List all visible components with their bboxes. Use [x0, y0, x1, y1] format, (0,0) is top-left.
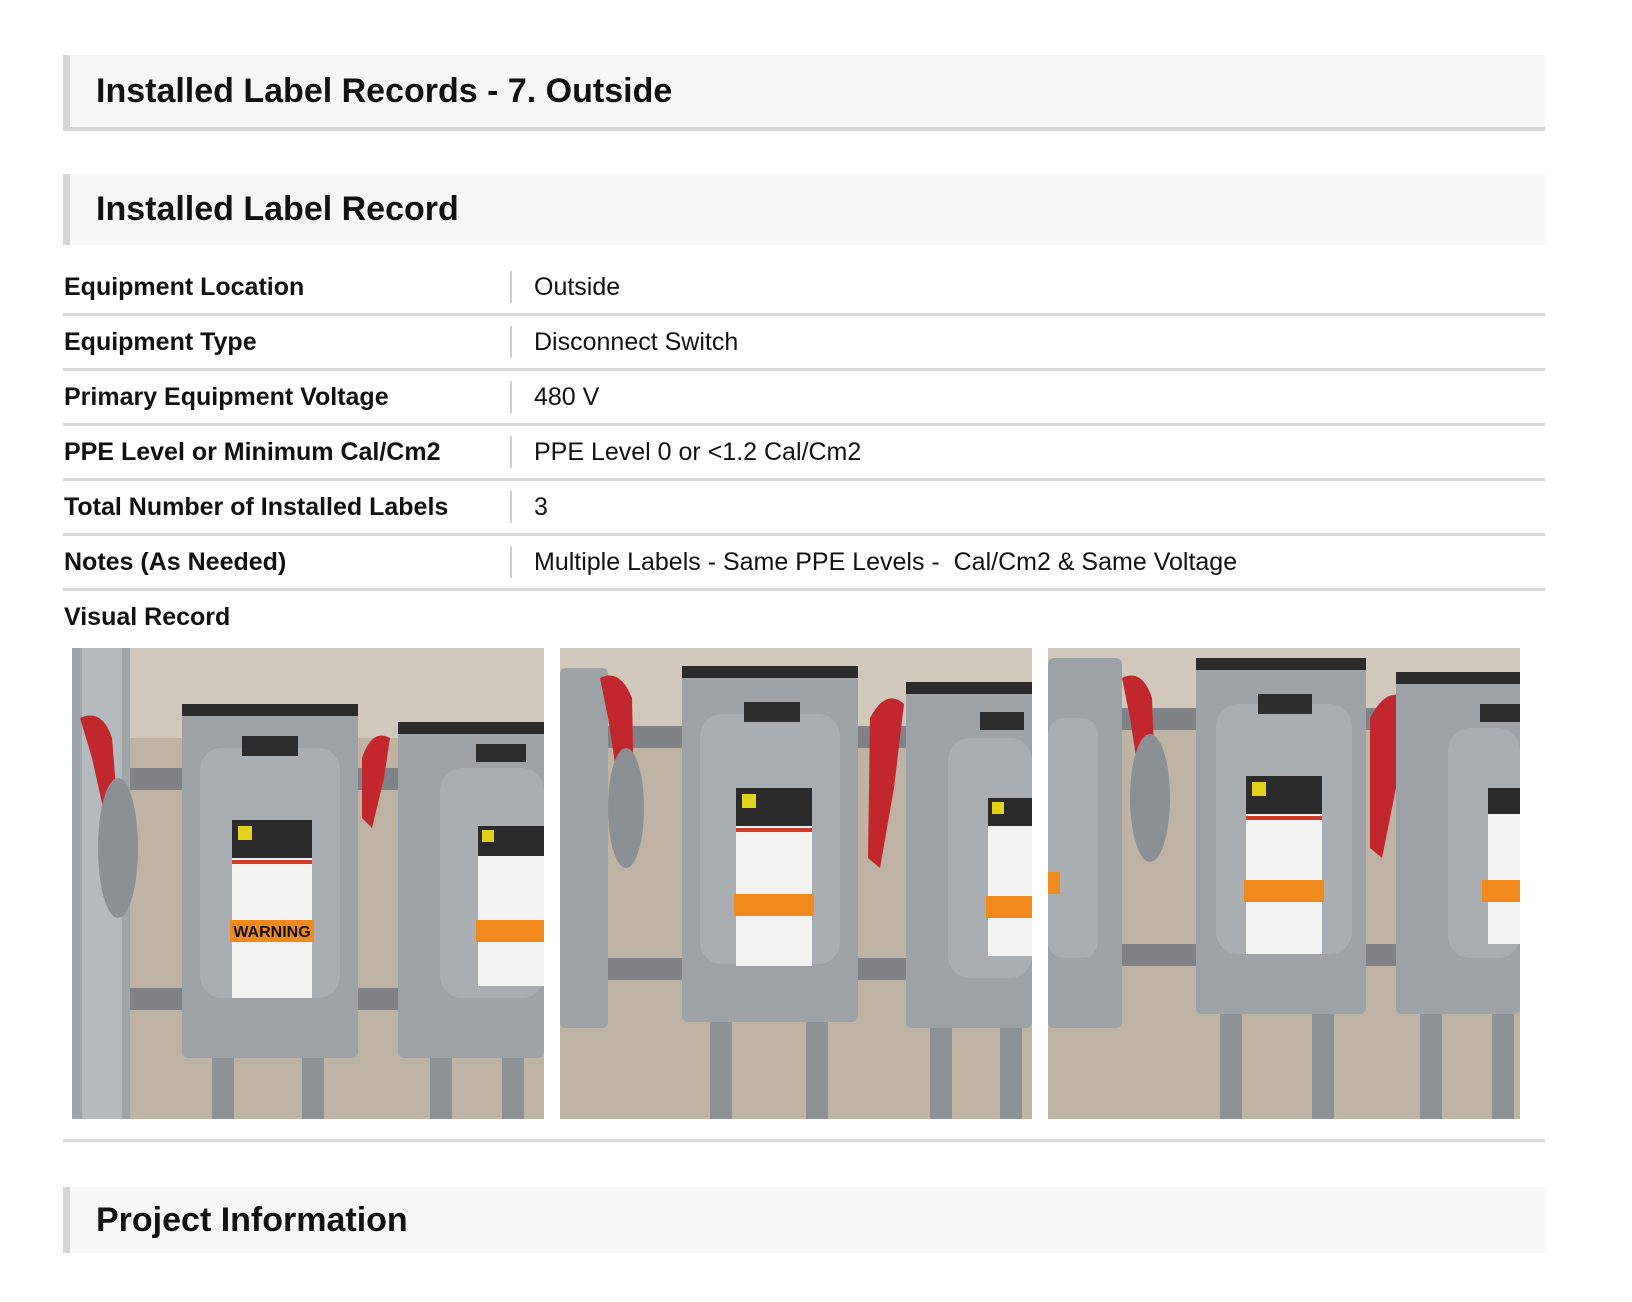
field-value: 480 V [534, 382, 600, 411]
visual-record-gallery: WARNING [72, 648, 1520, 1119]
field-value: 3 [534, 492, 548, 521]
record-section-header: Installed Label Record [63, 174, 1545, 245]
table-row: PPE Level or Minimum Cal/Cm2 PPE Level 0… [63, 426, 1545, 481]
column-divider [510, 436, 512, 468]
table-row: Notes (As Needed) Multiple Labels - Same… [63, 536, 1545, 591]
table-row: Total Number of Installed Labels 3 [63, 481, 1545, 536]
field-value: Outside [534, 272, 621, 301]
table-row: Primary Equipment Voltage 480 V [63, 371, 1545, 426]
column-divider [510, 326, 512, 358]
column-divider [510, 381, 512, 413]
warning-label-text: WARNING [233, 924, 310, 941]
project-section-header: Project Information [63, 1187, 1545, 1253]
table-row: Equipment Type Disconnect Switch [63, 316, 1545, 371]
column-divider [510, 491, 512, 523]
records-title-text: Installed Label Records - 7. Outside [96, 71, 673, 110]
table-row: Equipment Location Outside [63, 261, 1545, 316]
field-label: Total Number of Installed Labels [64, 492, 449, 521]
field-label: Equipment Type [64, 327, 257, 356]
disconnect-switch-photo[interactable] [560, 648, 1032, 1119]
record-section-title: Installed Label Record [96, 190, 459, 228]
field-value: Disconnect Switch [534, 327, 739, 356]
photo-illustration [1048, 648, 1520, 1119]
records-page-title: Installed Label Records - 7. Outside [63, 55, 1545, 131]
disconnect-switch-photo[interactable]: WARNING [72, 648, 544, 1119]
field-label: Primary Equipment Voltage [64, 382, 389, 411]
disconnect-switch-photo[interactable] [1048, 648, 1520, 1119]
field-value: PPE Level 0 or <1.2 Cal/Cm2 [534, 437, 862, 466]
field-label: Notes (As Needed) [64, 547, 287, 576]
section-divider [63, 1139, 1545, 1142]
field-label: Equipment Location [64, 272, 305, 301]
field-label: PPE Level or Minimum Cal/Cm2 [64, 437, 441, 466]
column-divider [510, 546, 512, 578]
record-table: Equipment Location Outside Equipment Typ… [63, 261, 1545, 591]
project-section-title: Project Information [96, 1200, 408, 1239]
column-divider [510, 271, 512, 303]
visual-record-label: Visual Record [64, 603, 231, 631]
photo-illustration: WARNING [72, 648, 544, 1119]
photo-illustration [560, 648, 1032, 1119]
field-value: Multiple Labels - Same PPE Levels - Cal/… [534, 547, 1238, 576]
